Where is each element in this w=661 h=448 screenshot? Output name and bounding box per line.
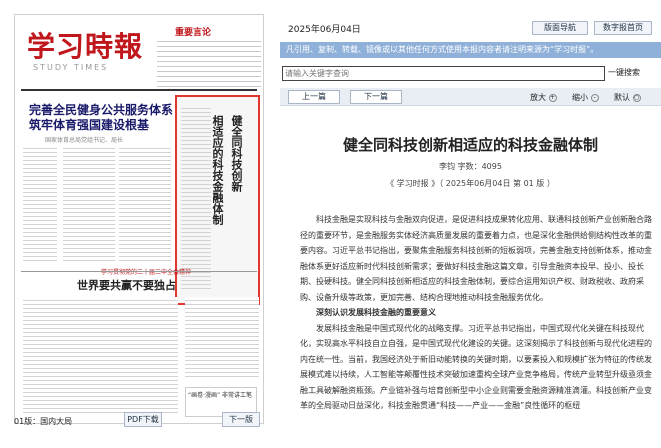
masthead-subtitle: STUDY TIMES: [33, 63, 109, 72]
next-article-button[interactable]: 下一篇: [350, 90, 402, 104]
lead-headline[interactable]: 完善全民健身公共服务体系 筑牢体育强国建设根基: [29, 103, 173, 133]
important-section-text: [157, 37, 261, 91]
search-input[interactable]: [282, 66, 605, 81]
article-toolbar: 上一篇 下一篇 放大 + 缩小 - 默认 ○: [280, 88, 661, 106]
pdf-download-button[interactable]: PDF下载: [124, 412, 162, 427]
newspaper-page-panel: 学习時報 STUDY TIMES 重要言论 完善全民健身公共服务体系 筑牢体育强…: [0, 0, 276, 448]
lead-byline: 国家体育总局党组书记、局长: [45, 137, 124, 144]
section-rule: [21, 271, 257, 272]
article-source: 《 学习时报 》（ 2025年06月04日 第 01 版 ）: [386, 179, 555, 188]
search-button[interactable]: 一键搜索: [608, 67, 640, 78]
article-body: 科技金融是实现科技与金融双向促进，是促进科技成果转化应用、联通科技创新产业创新融…: [300, 212, 652, 414]
article-title: 健全同科技创新相适应的科技金融体制: [342, 136, 598, 154]
lead-headline-line1: 完善全民健身公共服务体系: [29, 103, 174, 117]
zoom-out-control[interactable]: 缩小 -: [572, 92, 599, 103]
copyright-banner: 凡引用、复制、转载、镜像或以其他任何方式使用本报内容者请注明来源为“学习时报”。: [280, 42, 661, 58]
zoom-out-icon: -: [590, 93, 599, 102]
zoom-out-label: 缩小: [572, 93, 588, 102]
article-paragraph: 发展科技金融是中国式现代化的战略支撑。习近平总书记指出，中国式现代化关键在科技现…: [300, 323, 652, 411]
text-column: [23, 297, 178, 417]
zoom-default-control[interactable]: 默认 ○: [614, 92, 641, 103]
zoom-default-icon: ○: [632, 93, 641, 102]
bottom-headline[interactable]: 世界要共赢不要独占: [77, 277, 176, 293]
text-column: [23, 145, 57, 265]
article-author: 李钧 字数：4095: [439, 162, 502, 171]
lead-headline-line2: 筑牢体育强国建设根基: [29, 118, 150, 132]
masthead-rule: [21, 89, 257, 91]
page-label: 01版：国内大局: [14, 417, 73, 426]
text-column: [185, 297, 259, 381]
highlight-title-part1: 健全同科技创新: [230, 115, 243, 192]
newspaper-page-image[interactable]: 学习時報 STUDY TIMES 重要言论 完善全民健身公共服务体系 筑牢体育强…: [14, 14, 264, 424]
next-page-button[interactable]: 下一版: [222, 412, 260, 427]
highlight-title-part2: 相适应的科技金融体制: [211, 115, 224, 225]
zoom-default-label: 默认: [614, 93, 630, 102]
zoom-in-label: 放大: [530, 93, 546, 102]
article-panel: 2025年06月04日 版面导航 数字报首页 凡引用、复制、转载、镜像或以其他任…: [280, 0, 661, 448]
text-column: [119, 145, 171, 265]
article-paragraph: 科技金融是实现科技与金融双向促进，是促进科技成果转化应用、联通科技创新产业创新融…: [300, 215, 652, 302]
article-section-heading: 深刻认识发展科技金融的重要意义: [316, 308, 436, 317]
prev-article-button[interactable]: 上一篇: [288, 90, 340, 104]
text-column: [63, 145, 115, 265]
issue-date: 2025年06月04日: [288, 25, 361, 35]
zoom-in-icon: +: [548, 93, 557, 102]
masthead-logo: 学习時報: [27, 30, 144, 63]
zoom-in-control[interactable]: 放大 +: [530, 92, 557, 103]
page-navigation-button[interactable]: 版面导航: [532, 21, 588, 35]
digital-home-button[interactable]: 数字报首页: [594, 21, 652, 35]
